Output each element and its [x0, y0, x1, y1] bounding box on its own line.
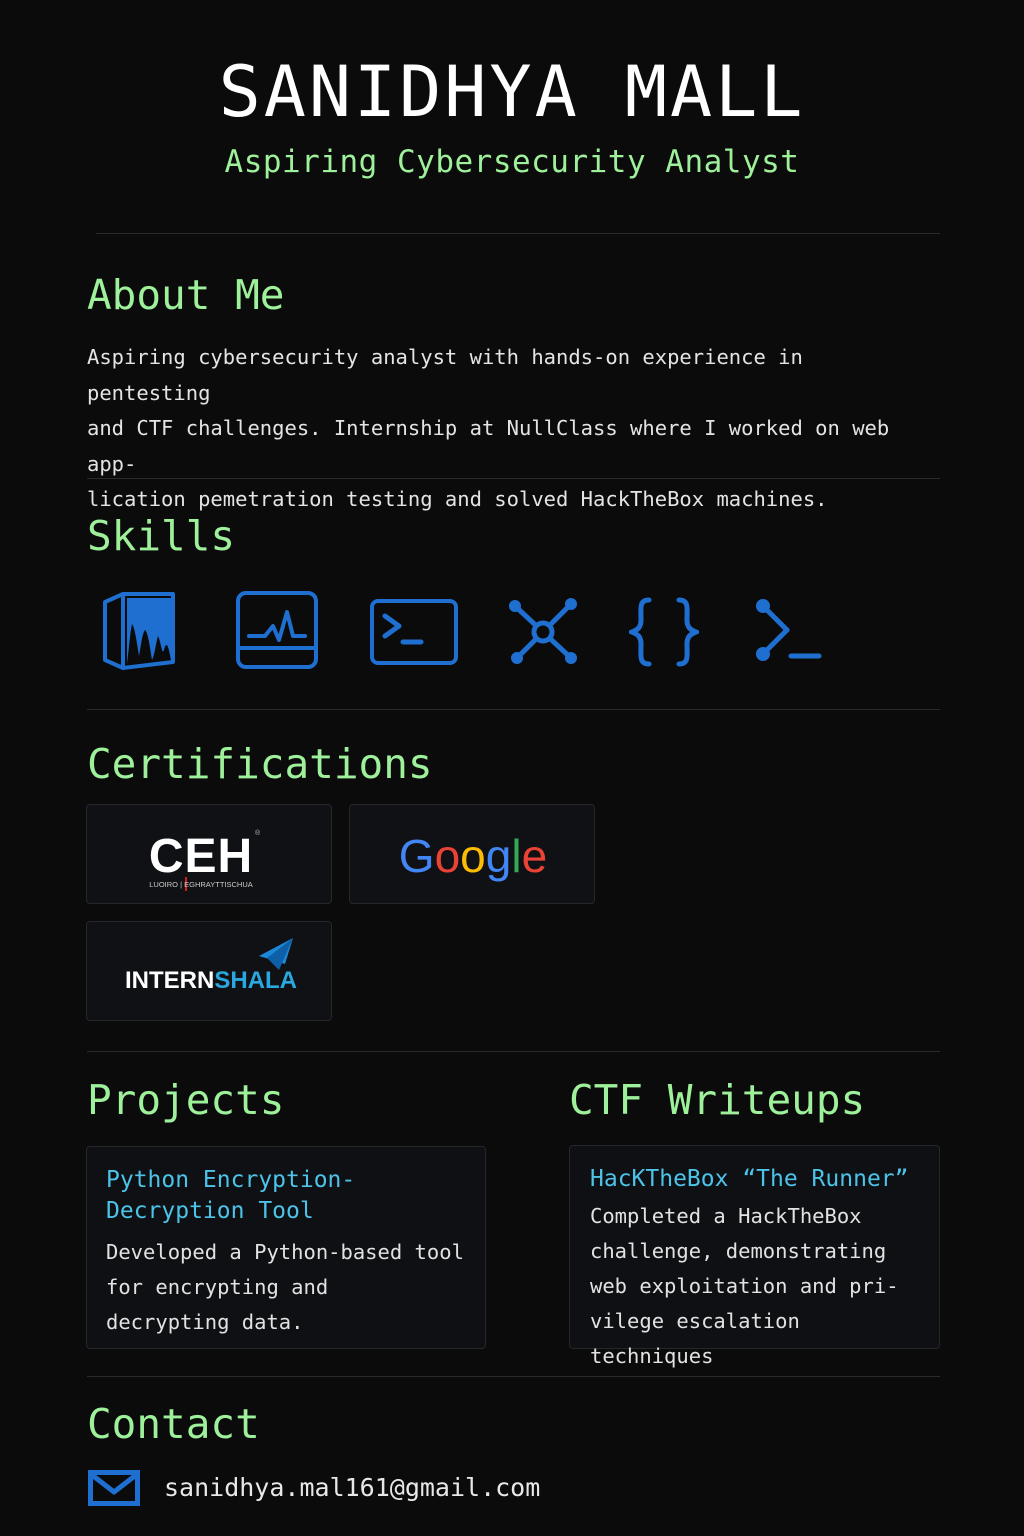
- certifications-heading: Certifications: [87, 740, 433, 788]
- cert-card-internshala[interactable]: INTERNSHALA: [86, 921, 332, 1021]
- about-heading: About Me: [87, 271, 285, 319]
- google-logo: Google: [399, 830, 547, 882]
- about-text: Aspiring cybersecurity analyst with hand…: [87, 340, 937, 518]
- tagline: Aspiring Cybersecurity Analyst: [224, 144, 800, 180]
- contact-heading: Contact: [87, 1400, 260, 1448]
- internshala-logo-text: INTERNSHALA: [125, 967, 297, 994]
- ceh-subtitle: LUOIRO | EGHRAYTTISCHUA: [149, 880, 253, 889]
- project-description: Developed a Python-based tool for encryp…: [106, 1240, 464, 1334]
- ctf-card[interactable]: HacKTheBox “The Runner” Completed a Hack…: [569, 1145, 940, 1368]
- ctf-description: Completed a HackTheBox challenge, demons…: [590, 1204, 899, 1368]
- project-card[interactable]: Python Encryption- Decryption Tool Devel…: [86, 1146, 486, 1349]
- network-icon: [505, 596, 581, 668]
- projects-heading: Projects: [87, 1076, 285, 1124]
- divider: [96, 233, 940, 234]
- skills-icons: [95, 588, 855, 674]
- cert-card-google[interactable]: Google: [349, 804, 595, 904]
- header: SANIDHYA MALL Aspiring Cybersecurity Ana…: [0, 0, 1024, 182]
- monitoring-icon: [235, 590, 319, 670]
- about-line: and CTF challenges. Internship at NullCl…: [87, 416, 890, 476]
- page-title: SANIDHYA MALL: [218, 51, 806, 133]
- ctf-heading: CTF Writeups: [569, 1076, 866, 1124]
- divider: [87, 1376, 940, 1377]
- terminal-window-icon: [369, 598, 459, 666]
- kali-linux-icon: [101, 590, 175, 670]
- envelope-icon: [88, 1470, 140, 1506]
- cert-card-ceh[interactable]: CEH ® LUOIRO | EGHRAYTTISCHUA: [86, 804, 332, 904]
- divider: [87, 1051, 940, 1052]
- skills-heading: Skills: [87, 512, 236, 560]
- email-link[interactable]: sanidhya.mal161@gmail.com: [164, 1470, 540, 1506]
- ceh-mark: ®: [255, 829, 261, 837]
- code-braces-icon: [629, 596, 699, 668]
- project-title[interactable]: Python Encryption- Decryption Tool: [106, 1165, 466, 1227]
- ctf-title[interactable]: HacKTheBox “The Runner”: [590, 1164, 919, 1195]
- about-line: Aspiring cybersecurity analyst with hand…: [87, 345, 803, 405]
- ceh-logo-text: CEH: [149, 830, 253, 883]
- divider: [87, 709, 940, 710]
- command-prompt-icon: [751, 598, 825, 664]
- divider: [87, 478, 940, 479]
